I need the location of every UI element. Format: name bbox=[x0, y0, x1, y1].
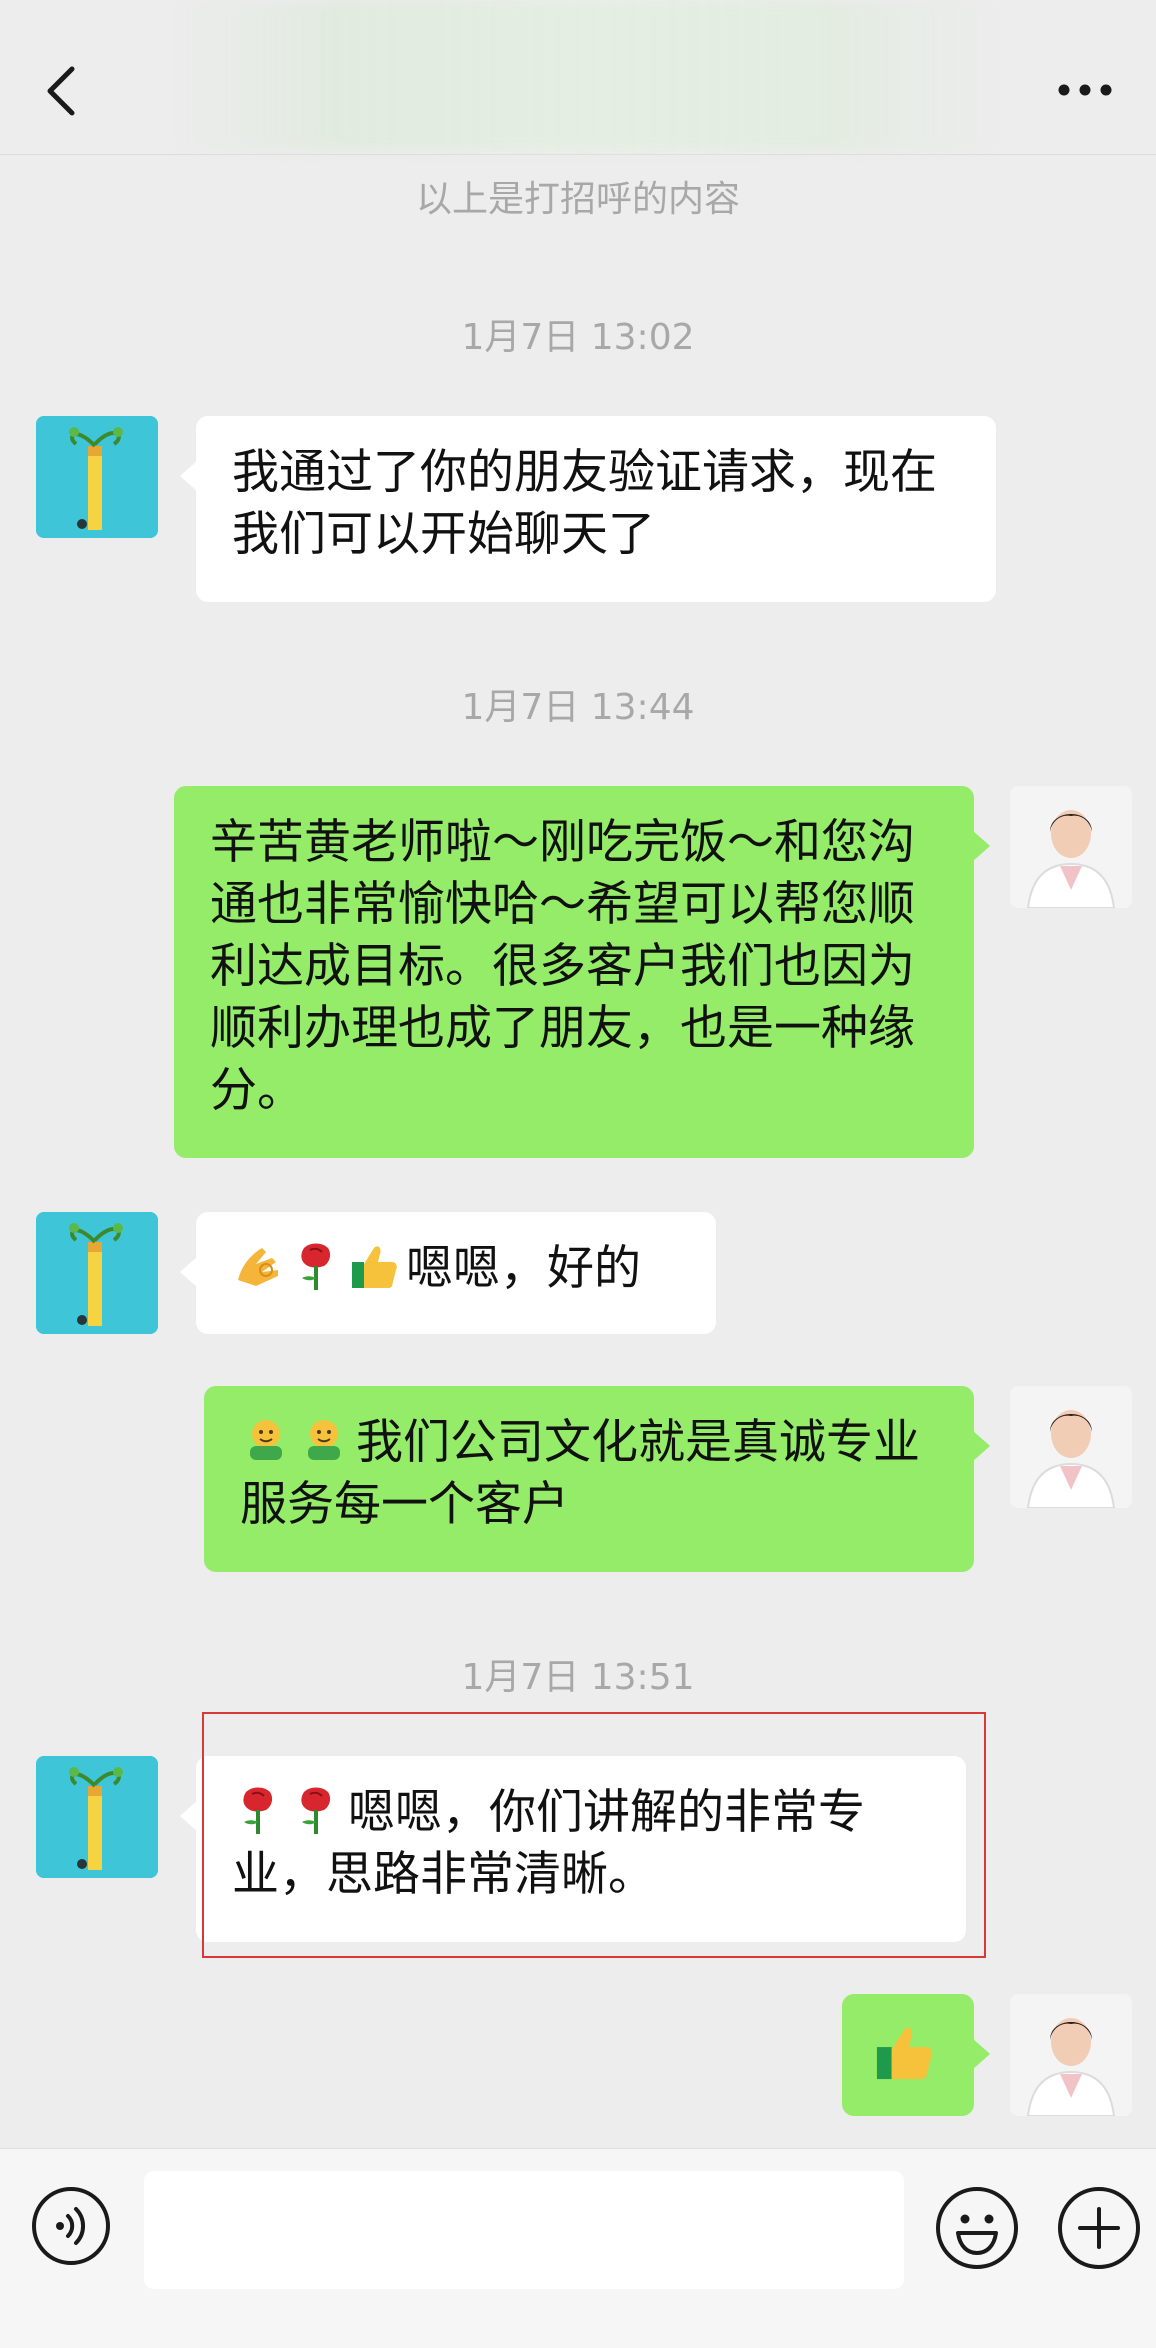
plant-pencil-avatar-icon bbox=[36, 1756, 158, 1878]
message-bubble-received[interactable]: 我通过了你的朋友验证请求，现在我们可以开始聊天了 bbox=[180, 416, 996, 602]
self-avatar[interactable] bbox=[1010, 786, 1132, 908]
plant-pencil-avatar-icon bbox=[36, 1212, 158, 1334]
contact-avatar[interactable] bbox=[36, 416, 158, 538]
woman-portrait-avatar-icon bbox=[1010, 1994, 1132, 2116]
message-input[interactable] bbox=[144, 2171, 904, 2289]
timestamp: 1月7日 13:02 bbox=[461, 317, 695, 358]
blurred-contact-name bbox=[170, 0, 1000, 150]
smiley-icon bbox=[936, 2187, 1018, 2269]
message-bubble-sent[interactable]: 我们公司文化就是真诚专业服务每一个客户 bbox=[204, 1386, 990, 1572]
voice-button[interactable] bbox=[30, 2185, 112, 2267]
more-actions-button[interactable] bbox=[1056, 2185, 1142, 2271]
message-bubble-received[interactable]: 嗯嗯，好的 bbox=[180, 1212, 716, 1334]
plus-circle-icon bbox=[1058, 2187, 1140, 2269]
input-bar bbox=[0, 2148, 1156, 2348]
chat-header bbox=[0, 0, 1156, 155]
chevron-left-icon bbox=[47, 66, 75, 116]
timestamp: 1月7日 13:51 bbox=[461, 1657, 695, 1698]
timestamp: 1月7日 13:44 bbox=[461, 687, 695, 728]
plant-pencil-avatar-icon bbox=[36, 416, 158, 538]
contact-avatar[interactable] bbox=[36, 1756, 158, 1878]
more-dots-icon bbox=[1058, 84, 1112, 96]
highlight-annotation-box bbox=[202, 1712, 986, 1958]
contact-avatar[interactable] bbox=[36, 1212, 158, 1334]
emoji-button[interactable] bbox=[934, 2185, 1020, 2271]
thumbs-up-emoji bbox=[352, 1246, 397, 1288]
message-text: 辛苦黄老师啦～刚吃完饭～和您沟通也非常愉快哈～希望可以帮您顺利达成目标。很多客户… bbox=[210, 815, 915, 1118]
thumbs-up-emoji bbox=[876, 2027, 933, 2080]
message-text: 嗯嗯，好的 bbox=[406, 1241, 641, 1296]
back-button[interactable] bbox=[36, 55, 96, 125]
voice-icon bbox=[32, 2187, 110, 2265]
self-avatar[interactable] bbox=[1010, 1994, 1132, 2116]
message-bubble-sent[interactable]: 辛苦黄老师啦～刚吃完饭～和您沟通也非常愉快哈～希望可以帮您顺利达成目标。很多客户… bbox=[174, 786, 990, 1158]
hug-emoji bbox=[308, 1420, 340, 1460]
more-button[interactable] bbox=[1050, 70, 1120, 110]
rose-emoji bbox=[301, 1243, 331, 1290]
chat-screen: 以上是打招呼的内容 1月7日 13:02 我通过了你的朋友验证请求，现在我们可以… bbox=[0, 0, 1156, 2348]
message-text: 我通过了你的朋友验证请求，现在我们可以开始聊天了 bbox=[232, 445, 937, 562]
woman-portrait-avatar-icon bbox=[1010, 1386, 1132, 1508]
woman-portrait-avatar-icon bbox=[1010, 786, 1132, 908]
self-avatar[interactable] bbox=[1010, 1386, 1132, 1508]
message-bubble-sent[interactable] bbox=[842, 1994, 990, 2116]
ok-hand-emoji bbox=[238, 1248, 278, 1286]
system-note: 以上是打招呼的内容 bbox=[415, 179, 740, 220]
hug-emoji bbox=[250, 1420, 282, 1460]
